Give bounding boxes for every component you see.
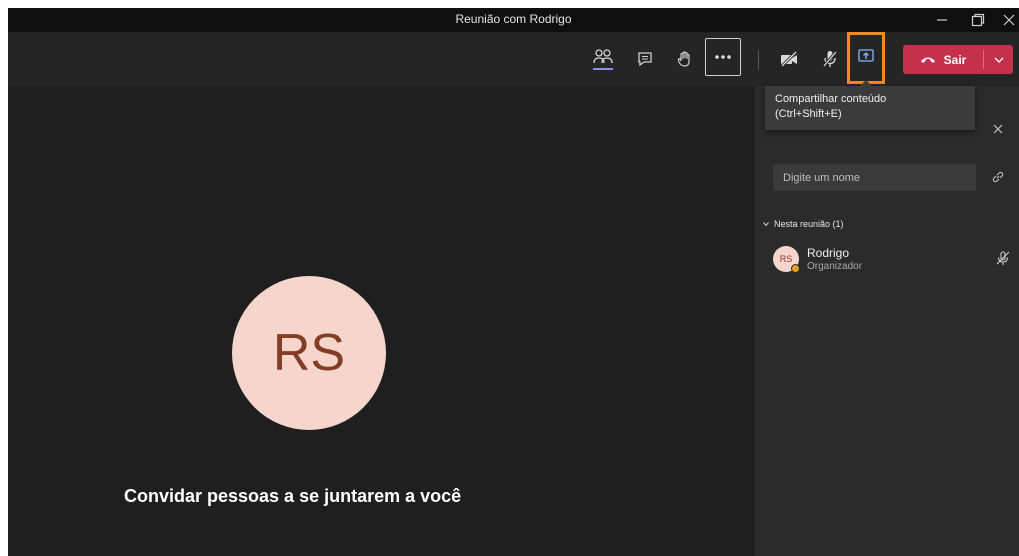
participant-mic-off-icon [995, 250, 1011, 266]
participant-name: Rodrigo [807, 246, 850, 260]
share-link-icon[interactable] [991, 170, 1005, 184]
section-label: Nesta reunião (1) [774, 219, 844, 229]
close-panel-icon[interactable] [991, 122, 1005, 136]
title-bar: Reunião com Rodrigo [8, 8, 1019, 32]
user-avatar: RS [232, 276, 386, 430]
meeting-section-header[interactable]: Nesta reunião (1) [763, 219, 844, 229]
raise-hand-icon[interactable] [670, 44, 700, 74]
leave-main-button[interactable]: Sair [903, 45, 983, 74]
restore-icon[interactable] [963, 8, 993, 32]
more-options-icon [715, 55, 731, 59]
search-name-input[interactable] [773, 164, 976, 191]
chevron-down-icon [994, 57, 1003, 63]
camera-off-icon[interactable] [774, 44, 804, 74]
chat-icon[interactable] [630, 44, 660, 74]
leave-button[interactable]: Sair [903, 45, 1013, 74]
collapse-caret-icon [763, 222, 769, 226]
participant-role: Organizador [807, 261, 863, 272]
window-title: Reunião com Rodrigo [455, 12, 572, 26]
presence-badge [791, 264, 800, 273]
toolbar-divider [758, 50, 759, 70]
leave-label: Sair [943, 52, 967, 67]
tooltip-title: Compartilhar conteúdo [775, 93, 887, 105]
minimize-icon[interactable] [927, 8, 957, 32]
meeting-toolbar: Sair [8, 32, 1019, 86]
leave-options-dropdown[interactable] [984, 45, 1013, 74]
share-screen-button[interactable] [847, 32, 885, 84]
teams-meeting-window: Reunião com Rodrigo Sair RS Convidar pes… [8, 8, 1019, 556]
invite-text: Convidar pessoas a se juntarem a você [124, 486, 462, 506]
participants-icon[interactable] [588, 44, 618, 74]
tooltip-shortcut: (Ctrl+Shift+E) [775, 108, 842, 120]
more-options-button[interactable] [705, 38, 741, 76]
share-tooltip: Compartilhar conteúdo (Ctrl+Shift+E) [765, 80, 975, 130]
close-window-icon[interactable] [994, 8, 1019, 32]
phone-hangup-icon [920, 57, 935, 63]
share-screen-icon [857, 47, 875, 65]
participants-panel: Nesta reunião (1) RS Rodrigo Organizador… [755, 80, 1019, 556]
mic-off-icon[interactable] [815, 44, 845, 74]
meeting-stage: RS Convidar pessoas a se juntarem a você [8, 86, 755, 556]
participant-row[interactable]: RS Rodrigo Organizador [773, 244, 1013, 276]
